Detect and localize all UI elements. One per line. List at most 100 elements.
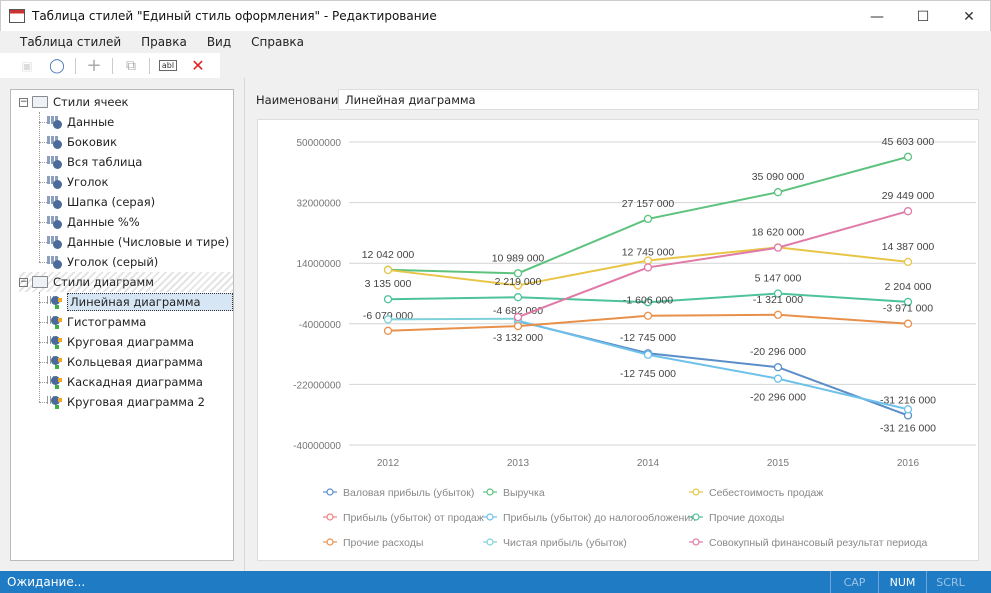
data-label: 2 219 000 [495,276,542,288]
legend-entry[interactable]: Прибыль (убыток) от продаж [343,512,484,524]
splitter[interactable] [244,78,245,571]
tree-item[interactable]: Уголок [47,172,108,192]
cell-style-icon [47,115,63,129]
legend-entry[interactable]: Валовая прибыль (убыток) [343,487,474,499]
data-point [643,311,653,320]
delete-icon[interactable]: ✕ [183,55,213,77]
item-label: Данные %% [67,215,140,229]
chart-style-icon [47,355,63,369]
cell-style-icon [47,155,63,169]
tree-item[interactable]: Данные %% [47,212,140,232]
legend-entry[interactable]: Прочие доходы [709,512,784,524]
add-icon[interactable]: + [79,55,109,77]
tree-item[interactable]: Уголок (серый) [47,252,158,272]
legend-entry[interactable]: Прочие расходы [343,537,423,549]
tree-item[interactable]: Линейная диаграмма [47,292,233,312]
title-bar: Таблица стилей "Единый стиль оформления"… [0,0,991,31]
cell-style-icon [47,195,63,209]
item-label: Данные [67,115,115,129]
tree-item[interactable]: Боковик [47,132,117,152]
cell-style-icon [47,135,63,149]
data-point [773,243,783,252]
data-label: -3 971 000 [883,303,933,315]
styles-tree[interactable]: − Стили ячеек Данные Боковик Вся таблица Угол… [10,89,234,561]
data-label: -12 745 000 [620,368,676,380]
legend-entry[interactable]: Себестоимость продаж [709,487,823,499]
data-point [903,207,913,216]
data-point [903,257,913,267]
tree-connector [39,292,40,402]
name-input[interactable]: Линейная диаграмма [338,89,979,110]
legend-entry[interactable]: Выручка [503,487,545,499]
name-label: Наименование: [256,93,350,107]
tree-item[interactable]: Вся таблица [47,152,142,172]
series-line [387,317,519,321]
data-point [383,315,393,324]
copy-icon[interactable]: ⧉ [116,55,146,77]
legend-marker [692,488,700,496]
legend-entry[interactable]: Совокупный финансовый результат периода [709,537,927,549]
x-tick-label: 2012 [377,458,400,469]
y-tick-label: 32000000 [297,199,342,210]
tree-connector [39,402,47,403]
item-label: Круговая диаграмма [67,335,195,349]
y-tick-label: 14000000 [297,259,342,270]
data-label: 3 135 000 [365,278,412,290]
minimize-button[interactable]: — [854,1,900,32]
item-label: Кольцевая диаграмма [67,355,203,369]
data-point [383,326,393,335]
tree-group[interactable]: − Стили диаграмм [19,272,233,292]
app-icon [9,9,25,23]
tree-item[interactable]: Данные (Числовые и тире) [47,232,229,252]
data-label: 45 603 000 [882,136,935,148]
chart-style-icon [47,375,63,389]
data-point [773,374,783,383]
data-label: 14 387 000 [882,241,935,253]
collapse-toggle[interactable]: − [19,277,28,287]
search-icon[interactable]: ◯ [42,55,72,77]
data-point [383,265,393,275]
data-point [643,350,653,359]
data-point [903,319,913,328]
item-label: Боковик [67,135,118,149]
collapse-toggle[interactable]: − [19,97,28,107]
tree-item[interactable]: Круговая диаграмма [47,332,194,352]
cell-style-icon [47,255,63,269]
data-label: -1 321 000 [753,294,803,306]
save-icon[interactable]: ▣ [12,55,42,77]
menu-table-styles[interactable]: Таблица стилей [20,35,121,49]
series-line [517,319,909,411]
tree-item[interactable]: Шапка (серая) [47,192,155,212]
menu-help[interactable]: Справка [251,35,304,49]
legend-entry[interactable]: Прибыль (убыток) до налогообложения [503,512,696,524]
y-tick-label: 50000000 [297,138,342,149]
y-tick-label: -40000000 [293,441,341,452]
tree-item[interactable]: Круговая диаграмма 2 [47,392,205,412]
tree-connector [39,162,47,163]
data-label: -12 745 000 [620,332,676,344]
tree-group[interactable]: − Стили ячеек [19,92,129,112]
item-label: Вся таблица [67,155,143,169]
item-label: Уголок [67,175,109,189]
legend-entry[interactable]: Чистая прибыль (убыток) [503,537,627,549]
cell-style-icon [47,175,63,189]
menu-view[interactable]: Вид [207,35,231,49]
tree-connector [39,342,47,343]
tree-item[interactable]: Данные [47,112,114,132]
data-label: 35 090 000 [752,171,805,183]
status-text: Ожидание... [7,575,86,589]
tree-item[interactable]: Кольцевая диаграмма [47,352,203,372]
item-label: Шапка (серая) [67,195,156,209]
rename-icon[interactable]: abl [153,55,183,77]
tree-item[interactable]: Гистограмма [47,312,146,332]
tree-connector [39,322,47,323]
tree-connector [39,182,47,183]
tree-connector [39,362,47,363]
menu-edit[interactable]: Правка [141,35,187,49]
close-button[interactable]: ✕ [946,1,991,32]
maximize-button[interactable]: ☐ [900,1,946,32]
data-point [513,312,523,322]
tree-connector [39,262,47,263]
scroll-indicator: SCRL [926,571,974,593]
tree-item[interactable]: Каскадная диаграмма [47,372,203,392]
